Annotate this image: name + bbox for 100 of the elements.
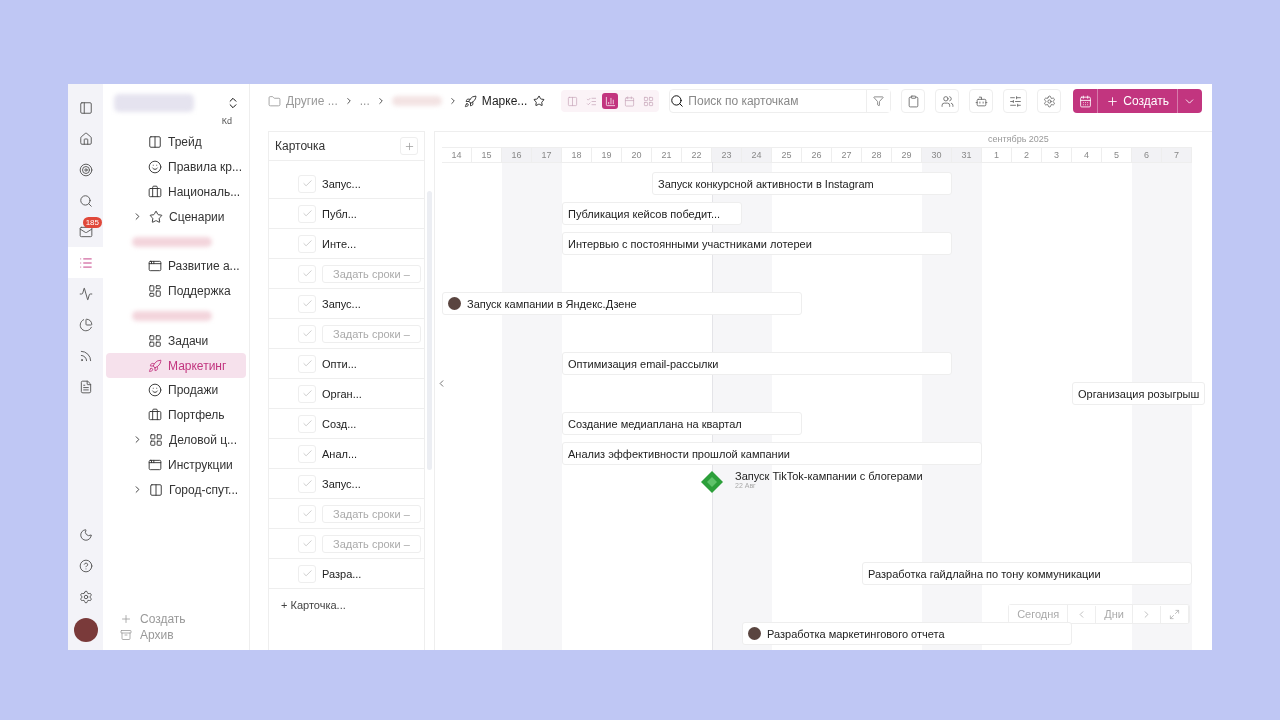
add-button[interactable] bbox=[400, 137, 418, 155]
view-button[interactable] bbox=[602, 93, 619, 109]
day-label: 20 bbox=[622, 147, 652, 163]
month-label: сентябрь 2025 bbox=[988, 134, 1049, 144]
settings-button[interactable] bbox=[1037, 89, 1062, 113]
day-label: 16 bbox=[502, 147, 532, 163]
archive-icon bbox=[120, 629, 132, 641]
task-bar[interactable]: Публикация кейсов победит... bbox=[562, 202, 742, 225]
task-bar[interactable]: Запуск конкурсной активности в Instagram bbox=[652, 172, 952, 195]
task-bar[interactable]: Оптимизация email-рассылки bbox=[562, 352, 952, 375]
checkbox[interactable] bbox=[298, 324, 316, 343]
check-icon bbox=[301, 418, 313, 429]
help-icon bbox=[78, 558, 93, 573]
checkbox[interactable] bbox=[298, 474, 316, 493]
checkbox[interactable] bbox=[298, 174, 316, 193]
sidebar-item[interactable]: Сценарии bbox=[106, 204, 246, 230]
card-name[interactable]: Орган... bbox=[322, 387, 362, 400]
checkbox[interactable] bbox=[298, 504, 316, 523]
sidebar-item[interactable]: Националь... bbox=[106, 179, 246, 205]
task-bar[interactable]: Разработка гайдлайна по тону коммуникации bbox=[862, 562, 1192, 585]
day-label: 17 bbox=[532, 147, 562, 163]
filter-button[interactable] bbox=[866, 90, 891, 112]
shortcut-hint: Кd bbox=[221, 116, 232, 126]
list-icon bbox=[585, 95, 597, 107]
clipboard-button[interactable] bbox=[901, 89, 926, 113]
checkbox[interactable] bbox=[298, 264, 316, 283]
breadcrumb[interactable]: Марке... bbox=[463, 94, 528, 108]
day-label: 15 bbox=[472, 147, 502, 163]
milestone-label: Запуск TikTok-кампании с блогерами bbox=[735, 470, 923, 482]
face-icon bbox=[148, 383, 162, 398]
rail-item[interactable] bbox=[68, 247, 103, 278]
check-icon bbox=[301, 538, 313, 549]
card-name[interactable]: Запус... bbox=[322, 177, 361, 190]
sidebar-item[interactable]: Правила кр... bbox=[106, 154, 246, 180]
day-label: 14 bbox=[442, 147, 472, 163]
task-bar[interactable]: Разработка маркетингового отчета bbox=[742, 622, 1072, 645]
rocket-icon bbox=[463, 94, 477, 108]
add-card-link[interactable]: + Карточка... bbox=[269, 589, 424, 621]
task-bar[interactable]: Создание медиаплана на квартал bbox=[562, 412, 802, 435]
feed-icon bbox=[78, 348, 93, 363]
milestone-icon[interactable] bbox=[700, 470, 724, 494]
sidebar-item[interactable]: Деловой ц... bbox=[106, 427, 246, 453]
bot-button[interactable] bbox=[969, 89, 994, 113]
moon-icon bbox=[78, 527, 93, 542]
search-bar[interactable]: Поиск по карточкам bbox=[669, 89, 892, 113]
plus-icon bbox=[1106, 94, 1120, 108]
task-bar[interactable]: Анализ эффективности прошлой кампании bbox=[562, 442, 982, 465]
day-label: 4 bbox=[1072, 147, 1102, 163]
sidebar-item[interactable]: Город-спут... bbox=[106, 477, 246, 502]
sidebar-item[interactable]: Продажи bbox=[106, 377, 246, 403]
checkbox[interactable] bbox=[298, 444, 316, 463]
card-name[interactable]: Запус... bbox=[322, 297, 361, 310]
card-name[interactable]: Опти... bbox=[322, 357, 357, 370]
user-avatar[interactable] bbox=[73, 618, 98, 642]
sidebar-item[interactable]: Портфель bbox=[106, 402, 246, 428]
checkbox[interactable] bbox=[298, 354, 316, 373]
check-icon bbox=[301, 568, 313, 579]
bot-icon bbox=[974, 94, 988, 108]
card-name[interactable]: Разра... bbox=[322, 567, 362, 580]
grid-icon bbox=[148, 333, 162, 348]
sidebar-item[interactable]: Поддержка bbox=[106, 278, 246, 304]
checkbox[interactable] bbox=[298, 564, 316, 583]
day-label: 18 bbox=[562, 147, 592, 163]
check-icon bbox=[301, 238, 313, 249]
sidebar-item[interactable]: Трейд bbox=[106, 130, 246, 155]
checkbox[interactable] bbox=[298, 534, 316, 553]
clipboard-icon bbox=[906, 94, 920, 108]
task-bar[interactable]: Запуск кампании в Яндекс.Дзене bbox=[442, 292, 802, 315]
sidebar-item[interactable]: Маркетинг bbox=[106, 353, 246, 378]
checkbox[interactable] bbox=[298, 384, 316, 403]
gantt-icon bbox=[604, 95, 616, 107]
checkbox[interactable] bbox=[298, 234, 316, 253]
check-icon bbox=[301, 298, 313, 309]
card-name[interactable]: Инте... bbox=[322, 237, 357, 250]
day-label: 29 bbox=[892, 147, 922, 163]
day-label: 7 bbox=[1162, 147, 1192, 163]
plus-icon bbox=[403, 140, 415, 152]
checkbox[interactable] bbox=[298, 414, 316, 433]
card-name[interactable]: Запус... bbox=[322, 477, 361, 490]
users-button[interactable] bbox=[935, 89, 960, 113]
sidebar-item[interactable]: Инструкции bbox=[106, 452, 246, 478]
task-bar[interactable]: Интервью с постоянными участниками лотереи bbox=[562, 232, 952, 255]
checkbox[interactable] bbox=[298, 294, 316, 313]
sidebar-item[interactable]: Развитие а... bbox=[106, 254, 246, 279]
column-header: Карточка bbox=[275, 139, 326, 153]
sliders-button[interactable] bbox=[1003, 89, 1028, 113]
filter-icon bbox=[873, 94, 885, 108]
card-name[interactable]: Созд... bbox=[322, 417, 357, 430]
day-label: 5 bbox=[1102, 147, 1132, 163]
day-label: 24 bbox=[742, 147, 772, 163]
task-bar[interactable]: Организация розыгрыш bbox=[1072, 382, 1206, 405]
users-icon bbox=[940, 94, 954, 108]
check-icon bbox=[301, 388, 313, 399]
sidebar-item[interactable]: Задачи bbox=[106, 328, 246, 354]
rail-item[interactable]: 185 bbox=[68, 216, 103, 247]
check-icon bbox=[301, 508, 313, 519]
briefcase-icon bbox=[148, 185, 162, 199]
card-name[interactable]: Публ... bbox=[322, 207, 357, 220]
checkbox[interactable] bbox=[298, 204, 316, 223]
card-name[interactable]: Анал... bbox=[322, 447, 358, 460]
